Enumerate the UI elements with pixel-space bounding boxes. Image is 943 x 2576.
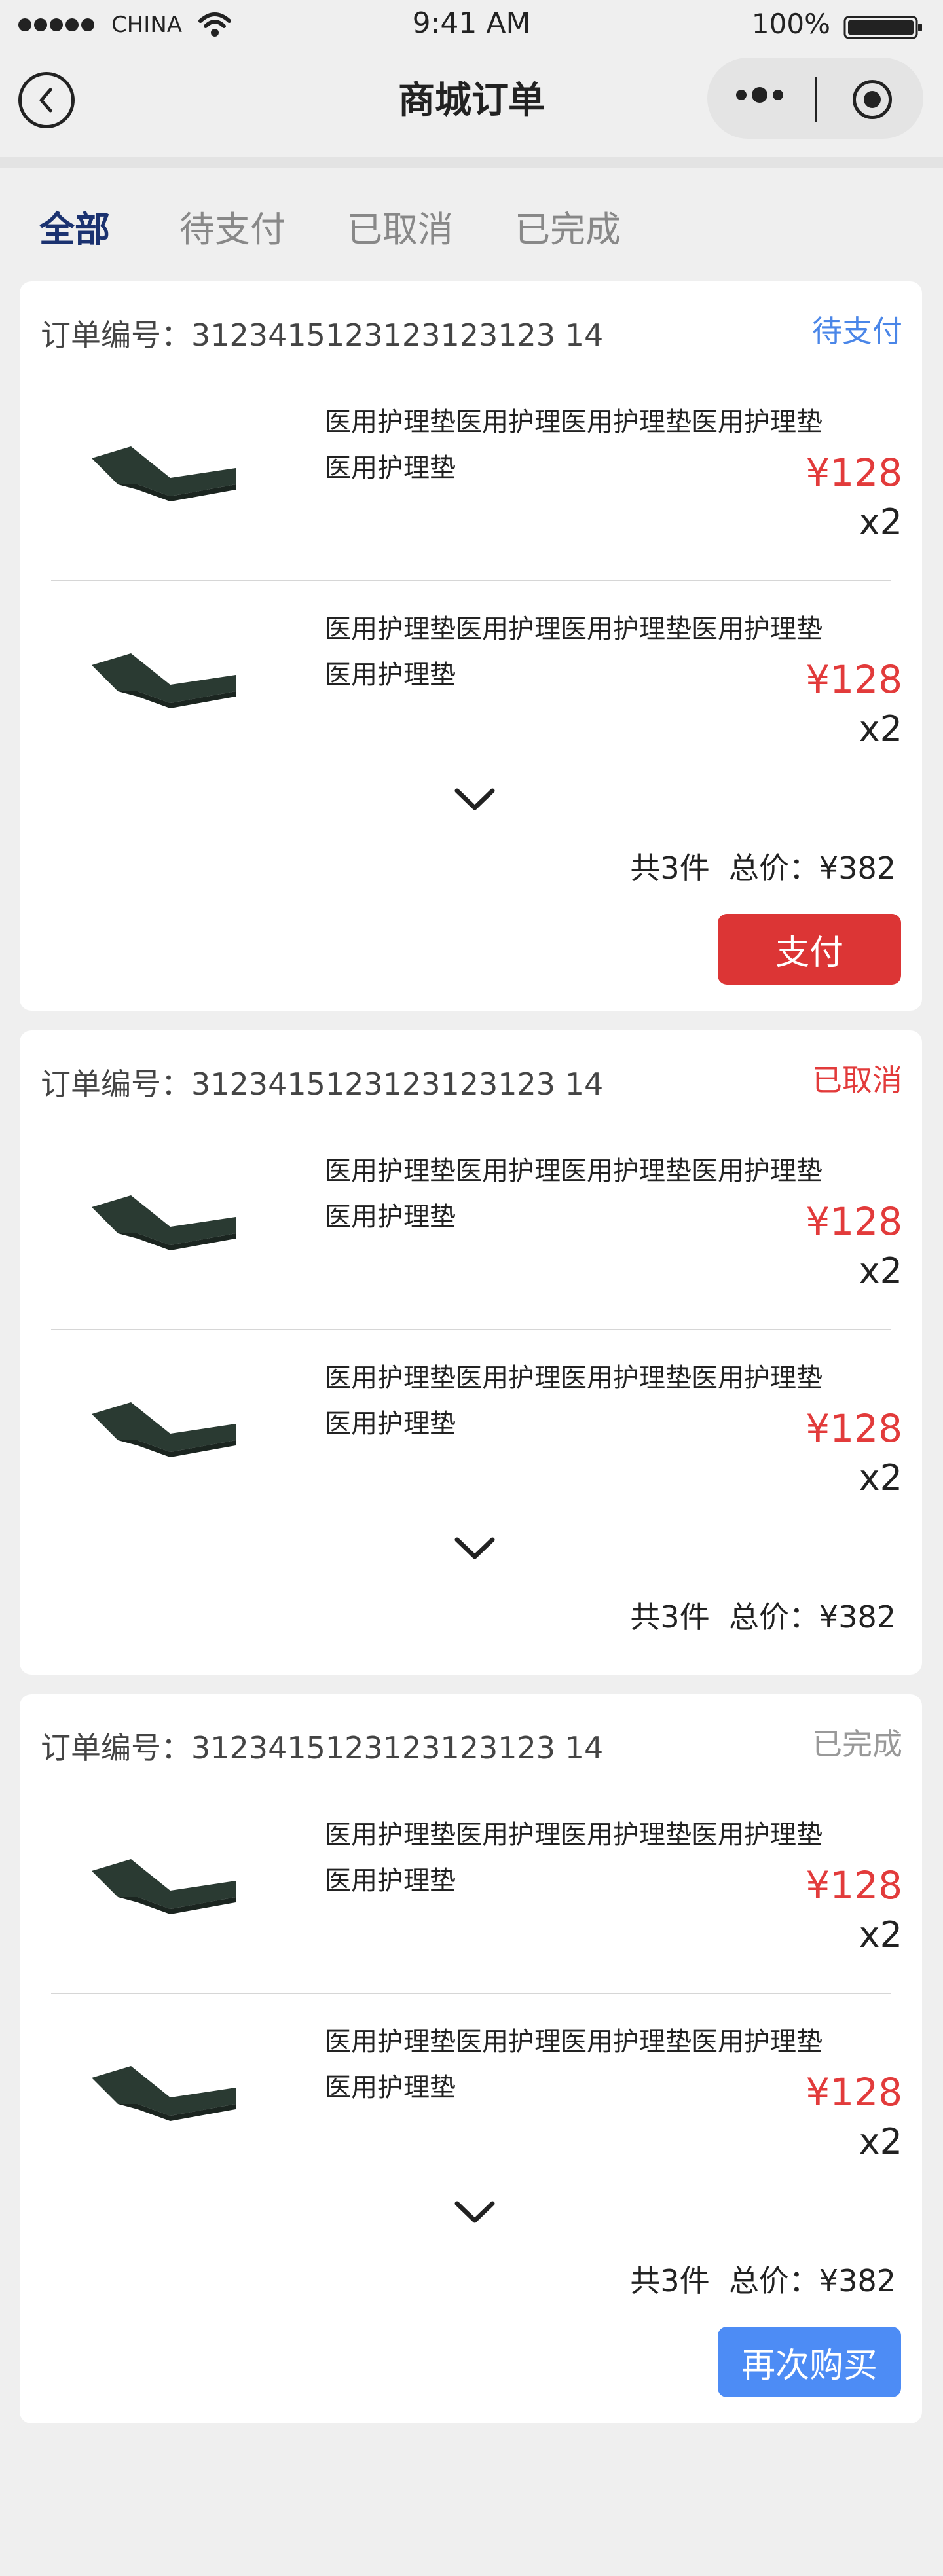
order-number: 订单编号：3123415123123123123 14 — [41, 317, 604, 353]
tab-cancelled[interactable]: 已取消 — [347, 200, 453, 252]
chevron-down-icon[interactable] — [452, 1534, 498, 1563]
buy-again-button[interactable]: 再次购买 — [718, 2327, 901, 2397]
order-item[interactable]: 医用护理垫医用护理医用护理垫医用护理垫医用护理垫 ¥128 x2 — [20, 1792, 922, 1989]
order-card: 订单编号：3123415123123123123 14 待支付 医用护理垫医用护… — [20, 281, 922, 1011]
battery-icon — [843, 16, 922, 39]
tab-all[interactable]: 全部 — [39, 200, 110, 252]
status-bar: CHINA 9:41 AM 100% — [0, 0, 943, 52]
product-quantity: x2 — [859, 1250, 902, 1292]
chevron-down-icon[interactable] — [452, 786, 498, 814]
order-item[interactable]: 医用护理垫医用护理医用护理垫医用护理垫医用护理垫 ¥128 x2 — [20, 380, 922, 576]
product-name: 医用护理垫医用护理医用护理垫医用护理垫医用护理垫 — [325, 1820, 823, 1896]
product-name: 医用护理垫医用护理医用护理垫医用护理垫医用护理垫 — [325, 1156, 823, 1232]
product-quantity: x2 — [859, 708, 902, 750]
more-dots-icon[interactable] — [736, 87, 783, 103]
order-summary: 共3件 总价：¥382 — [630, 1599, 896, 1635]
tab-pending-payment[interactable]: 待支付 — [179, 200, 286, 252]
order-number: 订单编号：3123415123123123123 14 — [41, 1066, 604, 1102]
order-status-badge: 待支付 — [812, 314, 902, 349]
order-item[interactable]: 医用护理垫医用护理医用护理垫医用护理垫医用护理垫 ¥128 x2 — [20, 587, 922, 783]
order-item[interactable]: 医用护理垫医用护理医用护理垫医用护理垫医用护理垫 ¥128 x2 — [20, 1335, 922, 1532]
order-number: 订单编号：3123415123123123123 14 — [41, 1730, 604, 1766]
order-summary: 共3件 总价：¥382 — [630, 850, 896, 886]
item-divider — [51, 1329, 891, 1330]
target-icon[interactable] — [853, 80, 892, 119]
item-divider — [51, 1993, 891, 1994]
product-image — [92, 1859, 236, 1914]
product-image — [92, 1195, 236, 1250]
order-item[interactable]: 医用护理垫医用护理医用护理垫医用护理垫医用护理垫 ¥128 x2 — [20, 1129, 922, 1325]
product-quantity: x2 — [859, 1914, 902, 1955]
product-name: 医用护理垫医用护理医用护理垫医用护理垫医用护理垫 — [325, 614, 823, 690]
product-price: ¥128 — [805, 1863, 902, 1908]
product-price: ¥128 — [805, 1199, 902, 1244]
nav-divider — [0, 157, 943, 168]
product-image — [92, 653, 236, 708]
chevron-down-icon[interactable] — [452, 2198, 498, 2227]
battery-percent: 100% — [751, 8, 830, 40]
product-price: ¥128 — [805, 1406, 902, 1451]
capsule-divider — [815, 77, 817, 122]
product-image — [92, 2066, 236, 2121]
tab-completed[interactable]: 已完成 — [515, 200, 621, 252]
product-quantity: x2 — [859, 2121, 902, 2162]
pay-button[interactable]: 支付 — [718, 914, 901, 985]
product-price: ¥128 — [805, 450, 902, 495]
product-quantity: x2 — [859, 1457, 902, 1498]
product-price: ¥128 — [805, 2070, 902, 2114]
order-item[interactable]: 医用护理垫医用护理医用护理垫医用护理垫医用护理垫 ¥128 x2 — [20, 1999, 922, 2196]
order-card: 订单编号：3123415123123123123 14 已完成 医用护理垫医用护… — [20, 1694, 922, 2423]
product-name: 医用护理垫医用护理医用护理垫医用护理垫医用护理垫 — [325, 407, 823, 483]
product-name: 医用护理垫医用护理医用护理垫医用护理垫医用护理垫 — [325, 2027, 823, 2103]
order-status-badge: 已取消 — [812, 1062, 902, 1098]
order-summary: 共3件 总价：¥382 — [630, 2263, 896, 2298]
order-tabs: 全部 待支付 已取消 已完成 — [0, 168, 943, 279]
product-price: ¥128 — [805, 657, 902, 702]
product-name: 医用护理垫医用护理医用护理垫医用护理垫医用护理垫 — [325, 1363, 823, 1439]
product-quantity: x2 — [859, 501, 902, 543]
product-image — [92, 1402, 236, 1457]
order-status-badge: 已完成 — [812, 1726, 902, 1762]
product-image — [92, 446, 236, 501]
mini-program-capsule — [707, 58, 923, 139]
item-divider — [51, 580, 891, 581]
nav-bar: 商城订单 — [0, 52, 943, 157]
order-card: 订单编号：3123415123123123123 14 已取消 医用护理垫医用护… — [20, 1030, 922, 1675]
